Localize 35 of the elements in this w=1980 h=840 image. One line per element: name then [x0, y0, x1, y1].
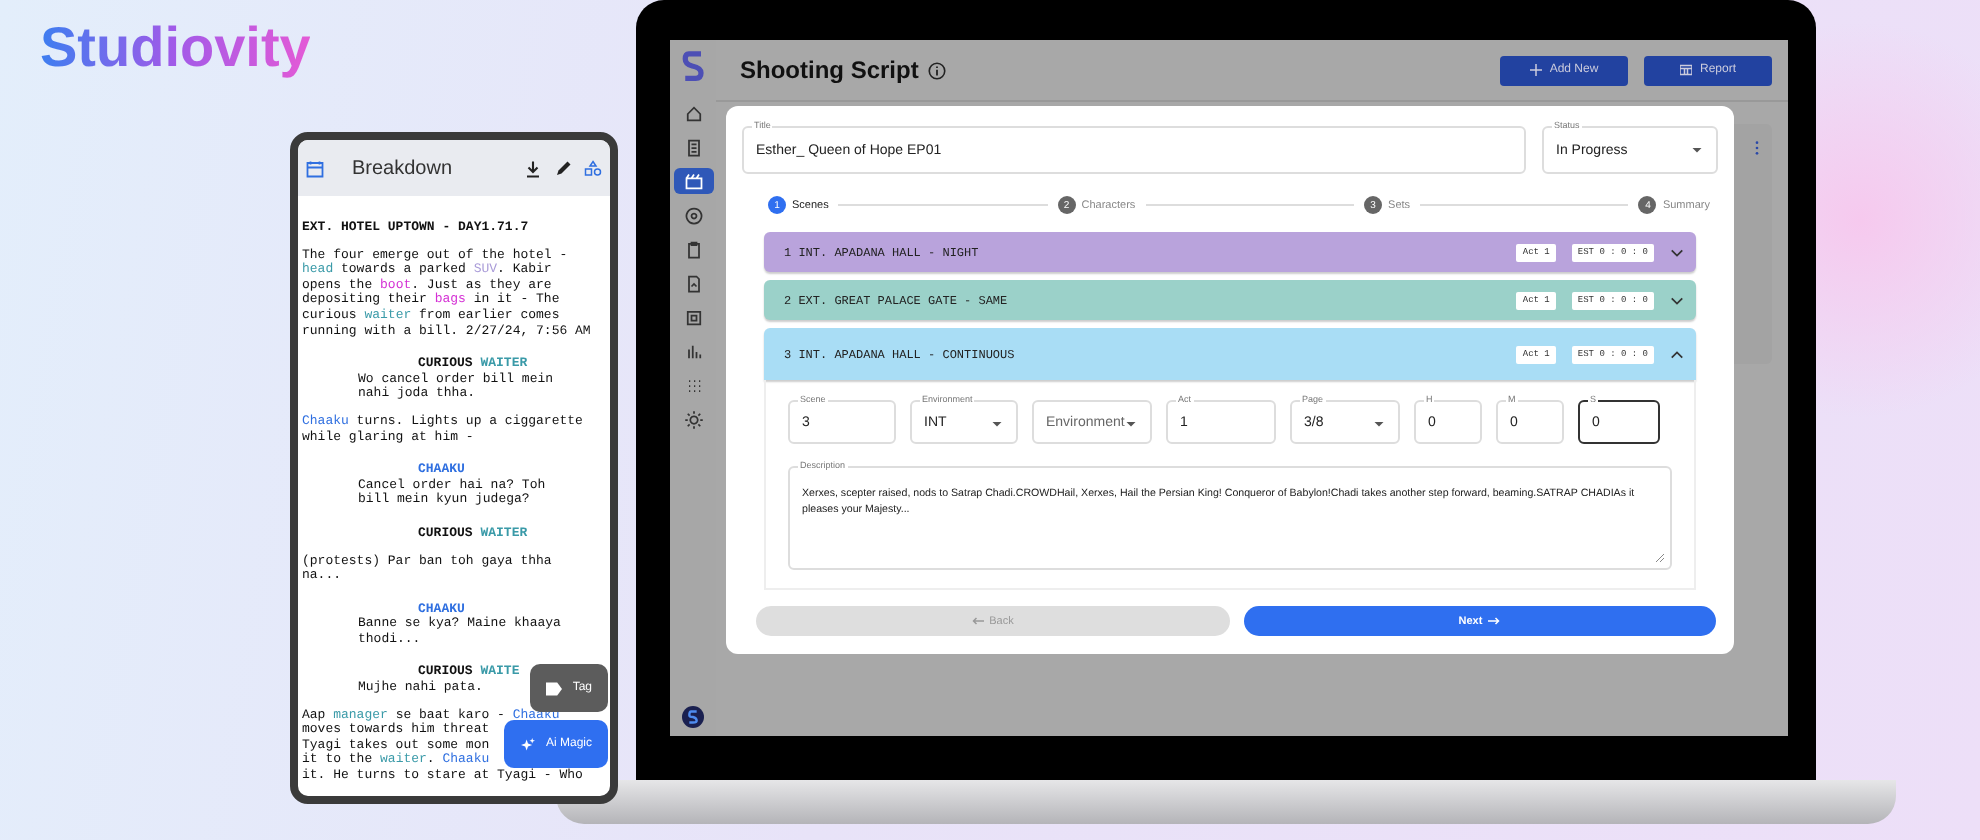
calendar-icon: [306, 159, 324, 177]
screen-title: Breakdown: [352, 157, 453, 179]
sidebar-icon: [683, 341, 703, 361]
sidebar-icon: [683, 409, 703, 429]
resize-icon: [1656, 554, 1664, 562]
caret-icon: [1374, 422, 1384, 428]
chevron-down-icon[interactable]: [1670, 295, 1684, 305]
sidebar-icon: [683, 171, 703, 191]
more-icon: [1754, 140, 1760, 156]
caret-icon: [1126, 422, 1136, 428]
sidebar-item[interactable]: [673, 168, 713, 194]
tag-icon: [546, 681, 563, 695]
sidebar-icon: [683, 205, 703, 225]
sparkle-icon: [519, 737, 536, 751]
chevron-up-icon[interactable]: [1670, 349, 1684, 359]
caret-icon: [992, 422, 1002, 428]
arrow-right-icon: [1488, 616, 1501, 626]
sidebar-icon: [683, 307, 703, 327]
table-icon: [1679, 64, 1692, 76]
sidebar-icon: [683, 239, 703, 259]
download-icon[interactable]: [524, 159, 542, 177]
plus-icon: [1529, 64, 1542, 76]
avatar-icon: [682, 706, 704, 728]
arrow-left-icon: [971, 616, 984, 626]
sidebar-icon: [683, 375, 703, 395]
sidebar-icon: [683, 103, 703, 123]
page-title: Shooting Script: [740, 56, 919, 84]
sidebar-icon: [683, 137, 703, 157]
chevron-down-icon[interactable]: [1670, 247, 1684, 257]
pencil-icon[interactable]: [554, 159, 572, 177]
caret-icon: [1692, 148, 1702, 154]
shapes-icon[interactable]: [584, 159, 602, 177]
sidebar-icon: [683, 273, 703, 293]
info-icon: [928, 61, 947, 79]
logo-icon: [679, 48, 707, 84]
